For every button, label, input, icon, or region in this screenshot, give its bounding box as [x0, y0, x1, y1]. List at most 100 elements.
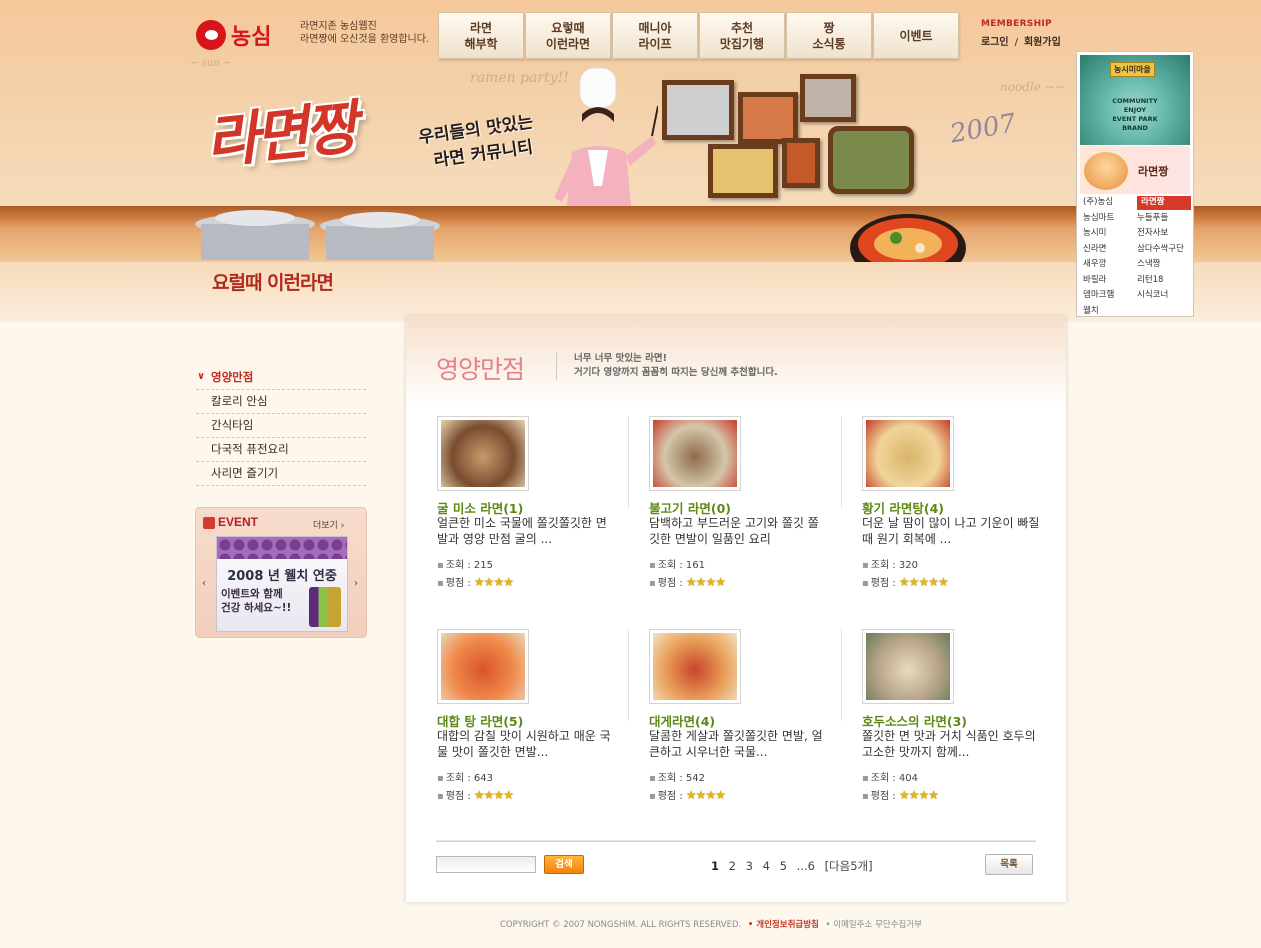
- column-divider: [841, 629, 842, 721]
- wooden-shelf: [0, 206, 1261, 262]
- family-link[interactable]: 바릴라: [1083, 274, 1137, 288]
- recipe-thumbnail[interactable]: [862, 416, 954, 491]
- rating-label: 평점 :: [657, 791, 686, 802]
- ramen-bowl-illustration: [850, 214, 966, 262]
- bullet-icon: ▪: [437, 773, 444, 784]
- page-link-current[interactable]: 1: [711, 859, 719, 873]
- event-more-link[interactable]: 더보기 ›: [313, 518, 344, 531]
- nav-tab-restaurant-tour[interactable]: 추천 맛집기행: [699, 12, 785, 59]
- recipe-thumbnail[interactable]: [649, 629, 741, 704]
- main-nav: 라면 해부학 요렇때 이런라면 매니아 라이프 추천 맛집기행 짱 소식통 이벤…: [438, 12, 960, 59]
- family-link[interactable]: 농시미: [1083, 227, 1137, 241]
- column-divider: [841, 416, 842, 508]
- content-description: 너무 너무 맛있는 라면! 거기다 영양까지 꼼꼼히 따지는 당신께 추천합니다…: [574, 353, 778, 378]
- event-banner-line1: 2008 년 웰치 연중: [227, 569, 337, 584]
- next-5-pages-link[interactable]: [다음5개]: [825, 859, 873, 873]
- recipe-thumbnail[interactable]: [437, 629, 529, 704]
- page-link[interactable]: ...6: [797, 859, 815, 873]
- views-count: 643: [473, 773, 494, 784]
- nav-tab-ramen-anatomy[interactable]: 라면 해부학: [438, 12, 524, 59]
- family-link-active[interactable]: 라면짱: [1137, 196, 1191, 210]
- left-menu-item-calorie[interactable]: 칼로리 안심: [196, 390, 366, 414]
- family-link[interactable]: 농심마트: [1083, 212, 1137, 226]
- event-prev-arrow[interactable]: ‹: [202, 578, 206, 589]
- login-link[interactable]: 로그인: [981, 37, 1009, 48]
- left-menu-item-fusion[interactable]: 다국적 퓨전요리: [196, 438, 366, 462]
- rating-label: 평점 :: [870, 791, 899, 802]
- join-link[interactable]: 회원가입: [1024, 37, 1061, 48]
- brand-title: 라면짱: [202, 93, 357, 177]
- photo-frame: [800, 74, 856, 122]
- views-label: 조회 :: [445, 773, 474, 784]
- bullet-icon: ▪: [862, 578, 869, 589]
- recipe-meta: ▪ 조회 : 161 ▪ 평점 : ★★★★: [649, 557, 726, 592]
- family-link[interactable]: 시식코너: [1137, 289, 1191, 303]
- search-button[interactable]: 검색: [544, 855, 584, 874]
- column-divider: [628, 629, 629, 721]
- family-link[interactable]: 웰치: [1083, 305, 1137, 319]
- recipe-card: 호두소스의 라면(3) 쫄깃한 면 맛과 거치 식품인 호두의 고소한 맛까지 함…: [862, 629, 1052, 809]
- nav-tab-mania-life[interactable]: 매니아 라이프: [612, 12, 698, 59]
- content-header: 영양만점 너무 너무 맛있는 라면! 거기다 영양까지 꼼꼼히 따지는 당신께 …: [406, 316, 1066, 406]
- recipe-card: 대합 탕 라면(5) 대합의 감칠 맛이 시원하고 매운 국물 맛이 쫄깃한 면발…: [437, 629, 627, 809]
- copyright: COPYRIGHT © 2007 NONGSHIM. ALL RIGHTS RE…: [500, 920, 742, 930]
- pots-illustration: [195, 210, 440, 260]
- rating-label: 평점 :: [445, 578, 474, 589]
- left-menu: 영양만점 칼로리 안심 간식타임 다국적 퓨전요리 사리면 즐기기: [196, 366, 366, 486]
- rating-label: 평점 :: [657, 578, 686, 589]
- star-rating-icon: ★★★★: [685, 788, 726, 802]
- family-link[interactable]: 새우깡: [1083, 258, 1137, 272]
- no-email-collection-link[interactable]: • 이메일주소 무단수집거부: [826, 920, 922, 930]
- bullet-icon: ▪: [862, 791, 869, 802]
- page-link[interactable]: 5: [780, 859, 787, 873]
- left-menu-item-sari[interactable]: 사리면 즐기기: [196, 462, 366, 486]
- mascot-icon: [1084, 152, 1128, 190]
- photo-frame: [708, 144, 778, 198]
- page-link[interactable]: 2: [729, 859, 736, 873]
- family-link[interactable]: 삼다수싹구단: [1137, 243, 1191, 257]
- nongshim-logo[interactable]: 농심: [196, 19, 271, 51]
- bullet-icon: ▪: [649, 560, 656, 571]
- event-next-arrow[interactable]: ›: [354, 578, 358, 589]
- tagline-line2: 라면짱에 오신것을 환영합니다.: [300, 34, 430, 45]
- star-rating-icon: ★★★★: [685, 575, 726, 589]
- recipe-thumbnail[interactable]: [437, 416, 529, 491]
- views-label: 조회 :: [870, 560, 899, 571]
- photo-frame: [662, 80, 734, 140]
- left-menu-item-nutrition[interactable]: 영양만점: [196, 366, 366, 390]
- privacy-policy-link[interactable]: • 개인정보취급방침: [748, 920, 819, 930]
- header: ~ sun ~ ramen party!! noodle ~~ 농심 라면지존 …: [0, 0, 1261, 262]
- grapes-image: [217, 537, 347, 559]
- recipe-card: 굴 미소 라면(1) 얼큰한 미소 국물에 쫄깃쫄깃한 면발과 영양 만점 굴의 …: [437, 416, 627, 596]
- page-link[interactable]: 3: [746, 859, 753, 873]
- bullet-icon: ▪: [862, 560, 869, 571]
- membership-title: MEMBERSHIP: [981, 19, 1052, 29]
- left-menu-item-snack-time[interactable]: 간식타임: [196, 414, 366, 438]
- search-input[interactable]: [436, 856, 536, 873]
- star-rating-icon: ★★★★★: [898, 575, 949, 589]
- family-link[interactable]: 스낵짱: [1137, 258, 1191, 272]
- welch-bottles-image: [309, 587, 341, 627]
- community-banner[interactable]: 농시미마을 COMMUNITY ENJOY EVENT PARK BRAND: [1080, 55, 1190, 145]
- bullet-icon: ▪: [437, 560, 444, 571]
- nav-tab-event[interactable]: 이벤트: [873, 12, 959, 59]
- family-link[interactable]: (주)농심: [1083, 196, 1137, 210]
- family-link[interactable]: 리턴18: [1137, 274, 1191, 288]
- rating-label: 평점 :: [445, 791, 474, 802]
- family-link[interactable]: 신라면: [1083, 243, 1137, 257]
- ramen-jjang-card[interactable]: 라면짱: [1080, 146, 1190, 194]
- event-heading: EVENT: [218, 515, 259, 529]
- family-link[interactable]: 뎀마크햄: [1083, 289, 1137, 303]
- event-banner[interactable]: 2008 년 웰치 연중 이벤트와 함께 건강 하세요~!!: [216, 536, 348, 632]
- family-link[interactable]: 누들푸들: [1137, 212, 1191, 226]
- recipe-meta: ▪ 조회 : 404 ▪ 평점 : ★★★★: [862, 770, 939, 805]
- page-link[interactable]: 4: [763, 859, 770, 873]
- gift-icon: [203, 517, 215, 529]
- list-button[interactable]: 목록: [985, 854, 1033, 875]
- nav-tab-news[interactable]: 짱 소식통: [786, 12, 872, 59]
- recipe-thumbnail[interactable]: [862, 629, 954, 704]
- photo-frames: [656, 72, 926, 202]
- recipe-thumbnail[interactable]: [649, 416, 741, 491]
- family-link[interactable]: 전자사보: [1137, 227, 1191, 241]
- nav-tab-when-this-ramen[interactable]: 요렇때 이런라면: [525, 12, 611, 59]
